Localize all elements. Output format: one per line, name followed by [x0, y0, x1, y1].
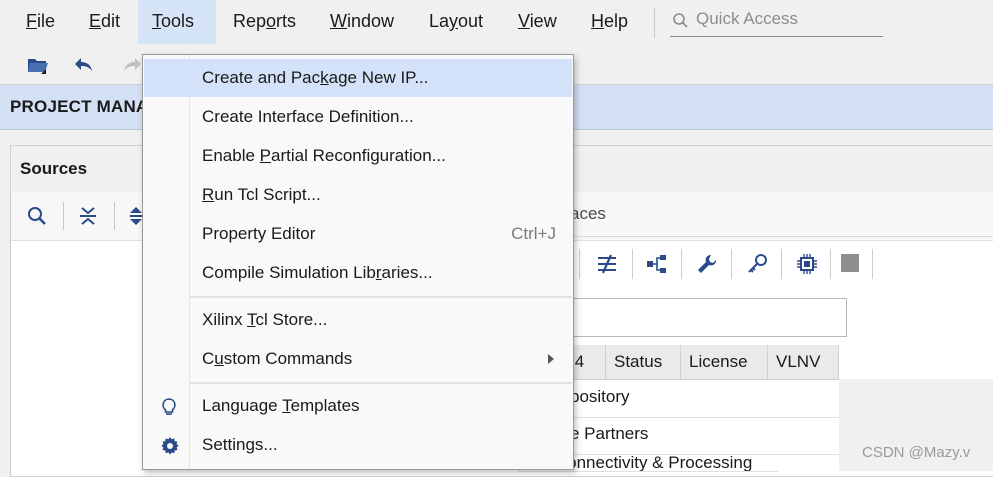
column-header-license[interactable]: License: [681, 345, 768, 379]
menu-edit[interactable]: Edit: [75, 0, 134, 44]
tab-underline: [570, 236, 993, 237]
collapse-all-icon[interactable]: [78, 206, 98, 226]
menu-item-shortcut: Ctrl+J: [511, 224, 556, 243]
toolbar-divider: [872, 249, 873, 279]
menu-layout[interactable]: Layout: [415, 0, 497, 44]
menu-item-tcl-store[interactable]: Xilinx Tcl Store...: [144, 301, 572, 339]
menu-item-label: Enable Partial Reconfiguration...: [202, 146, 446, 165]
menu-item-partial-reconfig[interactable]: Enable Partial Reconfiguration...: [144, 137, 572, 175]
quick-access-search[interactable]: Quick Access: [670, 6, 883, 37]
toolbar-divider: [114, 202, 115, 230]
menu-item-label: Compile Simulation Libraries...: [202, 263, 433, 282]
menu-item-compile-sim-libs[interactable]: Compile Simulation Libraries...: [144, 254, 572, 292]
hierarchy-icon[interactable]: [646, 253, 668, 275]
undo-icon[interactable]: [72, 53, 96, 77]
ip-search-field[interactable]: [570, 298, 847, 337]
toolbar-divider: [731, 249, 732, 279]
column-header[interactable]: I4: [570, 345, 606, 379]
menu-help[interactable]: Help: [577, 0, 642, 44]
menu-item-label: Custom Commands: [202, 349, 353, 368]
row-label: e Partners: [570, 424, 649, 443]
quick-access-placeholder: Quick Access: [696, 9, 799, 28]
chip-icon[interactable]: [796, 253, 818, 275]
menu-separator: [190, 296, 572, 298]
ip-table-header: I4 Status License VLNV: [570, 345, 839, 380]
redo-icon: [124, 58, 141, 71]
menu-item-settings[interactable]: Settings...: [144, 426, 572, 464]
menu-item-run-tcl[interactable]: Run Tcl Script...: [144, 176, 572, 214]
menu-item-create-interface[interactable]: Create Interface Definition...: [144, 98, 572, 136]
menu-item-label: Xilinx Tcl Store...: [202, 310, 328, 329]
menu-window[interactable]: Window: [316, 0, 408, 44]
menu-tools[interactable]: Tools: [138, 0, 216, 44]
menu-view[interactable]: View: [504, 0, 571, 44]
column-header-vlnv[interactable]: VLNV: [768, 345, 839, 379]
table-row[interactable]: e Partners: [570, 417, 839, 455]
project-manager-title: PROJECT MANA: [10, 97, 149, 116]
menu-separator: [190, 382, 572, 384]
toolbar-divider: [781, 249, 782, 279]
tools-menu-dropdown: Create and Package New IP... Create Inte…: [142, 54, 574, 470]
open-project-icon[interactable]: [26, 53, 50, 77]
submenu-arrow-icon: [548, 354, 554, 364]
interfaces-tab[interactable]: aces: [570, 204, 606, 224]
stop-icon: [841, 254, 859, 272]
ip-catalog-toolbar: [570, 243, 993, 285]
menu-item-custom-commands[interactable]: Custom Commands: [144, 340, 572, 378]
table-row[interactable]: pository: [570, 380, 839, 418]
menu-item-label: Settings...: [202, 435, 278, 454]
menu-item-label: Create and Package New IP...: [202, 68, 429, 87]
watermark-text: CSDN @Mazy.v: [862, 444, 971, 461]
gear-icon: [161, 437, 179, 455]
toolbar-divider: [830, 249, 831, 279]
search-icon: [673, 13, 688, 28]
filter-ip-icon[interactable]: [596, 253, 618, 275]
toolbar-divider: [579, 249, 580, 279]
menu-bar: File Edit Tools Reports Window Layout Vi…: [0, 0, 993, 44]
menu-item-create-package-ip[interactable]: Create and Package New IP...: [144, 59, 572, 97]
lightbulb-icon: [162, 398, 176, 415]
expand-all-icon[interactable]: [129, 206, 143, 226]
menu-item-language-templates[interactable]: Language Templates: [144, 387, 572, 425]
wrench-icon[interactable]: [696, 253, 718, 275]
menu-file[interactable]: File: [12, 0, 69, 44]
menu-item-property-editor[interactable]: Property Editor Ctrl+J: [144, 215, 572, 253]
toolbar-divider: [63, 202, 64, 230]
menu-item-label: Language Templates: [202, 396, 360, 415]
menu-item-label: Run Tcl Script...: [202, 185, 321, 204]
menu-item-label: Create Interface Definition...: [202, 107, 414, 126]
sources-title: Sources: [20, 159, 88, 178]
search-icon[interactable]: [27, 206, 47, 226]
menu-item-label: Property Editor: [202, 224, 316, 243]
toolbar-divider: [681, 249, 682, 279]
row-label: pository: [570, 387, 630, 406]
column-header-status[interactable]: Status: [606, 345, 681, 379]
menubar-divider: [654, 8, 655, 38]
menu-reports[interactable]: Reports: [219, 0, 310, 44]
toolbar-divider: [632, 249, 633, 279]
key-icon[interactable]: [746, 253, 768, 275]
